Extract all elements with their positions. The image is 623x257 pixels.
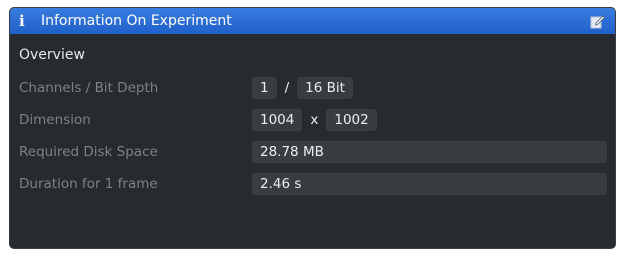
disk-space-row: Required Disk Space 28.78 MB bbox=[10, 139, 615, 165]
dimension-separator: x bbox=[310, 112, 319, 128]
experiment-info-panel: i Information On Experiment Overview Cha… bbox=[10, 8, 615, 248]
dimension-width-value: 1004 bbox=[252, 109, 303, 131]
dimension-height-value: 1002 bbox=[326, 109, 377, 131]
edit-button[interactable] bbox=[588, 12, 606, 30]
duration-label: Duration for 1 frame bbox=[19, 176, 158, 192]
channels-label: Channels / Bit Depth bbox=[19, 80, 159, 96]
dimension-row: Dimension 1004 x 1002 bbox=[10, 107, 615, 133]
bit-depth-value: 16 Bit bbox=[297, 77, 353, 99]
channels-value: 1 bbox=[252, 77, 277, 99]
disk-space-value: 28.78 MB bbox=[252, 141, 607, 163]
panel-title: Information On Experiment bbox=[41, 13, 232, 29]
overview-heading: Overview bbox=[19, 47, 85, 63]
disk-space-label: Required Disk Space bbox=[19, 144, 158, 160]
duration-value: 2.46 s bbox=[252, 173, 607, 195]
panel-header[interactable]: i Information On Experiment bbox=[10, 8, 615, 34]
dimension-label: Dimension bbox=[19, 112, 91, 128]
channels-row: Channels / Bit Depth 1 / 16 Bit bbox=[10, 75, 615, 101]
info-icon: i bbox=[19, 12, 25, 30]
duration-row: Duration for 1 frame 2.46 s bbox=[10, 171, 615, 197]
channels-separator: / bbox=[284, 80, 290, 96]
edit-icon bbox=[590, 14, 605, 28]
